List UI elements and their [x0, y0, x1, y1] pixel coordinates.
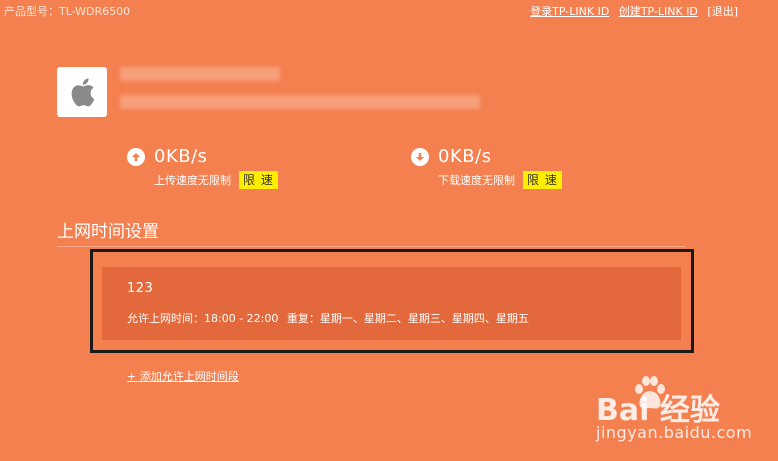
download-speed-block: 0KB/s 下载速度无限制 限 速 — [411, 146, 562, 189]
create-tplink-link[interactable]: 创建TP-LINK ID — [619, 5, 698, 18]
arrow-down-icon — [411, 147, 429, 166]
schedule-repeat: 重复：星期一、星期二、星期三、星期四、星期五 — [286, 312, 529, 325]
device-avatar — [57, 67, 107, 117]
watermark-url: jingyan.baidu.com — [596, 423, 753, 442]
section-divider — [57, 246, 685, 247]
schedule-name: 123 — [127, 281, 154, 296]
arrow-up-icon — [127, 147, 145, 166]
baidu-watermark: Bai 经验 jingyan.baidu.com — [596, 375, 766, 455]
product-model: 产品型号：TL-WDR6500 — [4, 5, 131, 18]
section-title-online-time: 上网时间设置 — [57, 222, 159, 242]
add-schedule-link[interactable]: + 添加允许上网时间段 — [127, 368, 239, 384]
schedule-time: 允许上网时间：18:00 - 22:00 — [127, 312, 279, 325]
download-speed-status: 下载速度无限制 — [438, 174, 515, 187]
download-limit-button[interactable]: 限 速 — [523, 171, 562, 189]
schedule-card[interactable]: 123 允许上网时间：18:00 - 22:00 重复：星期一、星期二、星期三、… — [102, 267, 681, 340]
login-tplink-link[interactable]: 登录TP-LINK ID — [530, 5, 609, 18]
apple-icon — [71, 78, 95, 107]
device-mac-blurred — [120, 95, 480, 109]
upload-limit-button[interactable]: 限 速 — [239, 171, 278, 189]
logout-link[interactable]: [退出] — [707, 5, 738, 18]
upload-speed-value: 0KB/s — [154, 146, 208, 167]
upload-speed-block: 0KB/s 上传速度无限制 限 速 — [127, 146, 278, 189]
download-speed-value: 0KB/s — [438, 146, 492, 167]
device-name-blurred — [120, 67, 280, 81]
schedule-detail: 允许上网时间：18:00 - 22:00 重复：星期一、星期二、星期三、星期四、… — [127, 310, 534, 326]
account-links: 登录TP-LINK ID 创建TP-LINK ID [退出] — [524, 3, 738, 19]
upload-speed-status: 上传速度无限制 — [154, 174, 231, 187]
